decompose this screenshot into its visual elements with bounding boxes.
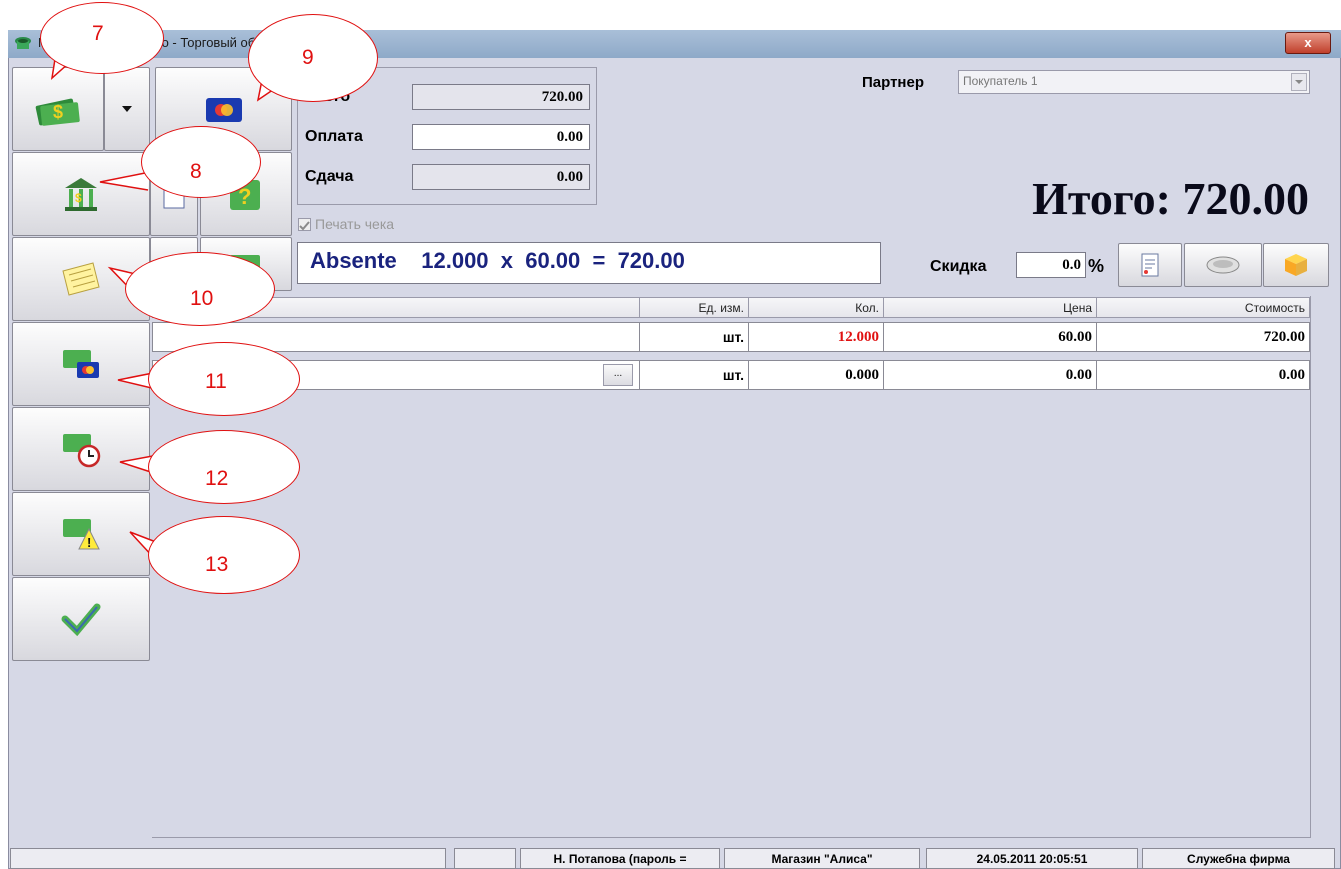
money-icon: $ (35, 98, 80, 126)
row2-qty-cell[interactable]: 0.000 (748, 360, 884, 390)
total-field: 720.00 (412, 84, 590, 110)
partner-select[interactable]: Покупатель 1 (958, 70, 1310, 94)
chevron-down-icon (1295, 80, 1303, 84)
callout-12-number: 12 (205, 467, 229, 490)
money-clock-icon (63, 434, 101, 468)
status-operator: Н. Потапова (пароль = (520, 848, 720, 869)
app-basket-icon (15, 37, 31, 49)
row1-cost-cell[interactable]: 720.00 (1096, 322, 1310, 352)
big-total-display: Итого: 720.00 (1032, 173, 1309, 224)
row2-cost-cell[interactable]: 0.00 (1096, 360, 1310, 390)
cash-dropdown-button[interactable] (104, 67, 150, 151)
note-icon (62, 262, 100, 296)
header-qty[interactable]: Кол. (748, 297, 884, 318)
close-button[interactable]: x (1285, 32, 1331, 54)
debt-payment-button[interactable]: ! (12, 492, 150, 576)
callout-13-number: 13 (205, 553, 229, 576)
grid-bottom-border (152, 837, 1310, 838)
checkmark-icon (61, 603, 101, 637)
money-card-icon (63, 350, 99, 378)
status-store: Магазин "Алиса" (724, 848, 920, 869)
bank-icon: $ (65, 178, 97, 211)
callout-9-number: 9 (302, 46, 314, 69)
card-icon (205, 98, 242, 122)
status-datetime: 24.05.2011 20:05:51 (926, 848, 1138, 869)
partner-dropdown-button[interactable] (1291, 73, 1307, 91)
confirm-button[interactable] (12, 577, 150, 661)
chevron-down-icon (122, 106, 132, 112)
paid-input[interactable]: 0.00 (412, 124, 590, 150)
item-lookup-button[interactable]: ... (603, 364, 633, 386)
status-cell-empty-1 (10, 848, 446, 869)
box-button[interactable] (1263, 243, 1329, 287)
status-company: Служебна фирма (1142, 848, 1335, 869)
svg-text:$: $ (75, 191, 82, 205)
header-price[interactable]: Цена (883, 297, 1097, 318)
change-label: Сдача (305, 168, 354, 185)
document-list-button[interactable] (1118, 243, 1182, 287)
bank-payment-button[interactable]: $ (12, 152, 150, 236)
mixed-payment-button[interactable] (12, 322, 150, 406)
row1-price-cell[interactable]: 60.00 (883, 322, 1097, 352)
callout-11-number: 11 (205, 370, 227, 393)
row2-price-cell[interactable]: 0.00 (883, 360, 1097, 390)
row1-unit-cell[interactable]: шт. (639, 322, 749, 352)
callout-7-number: 7 (92, 22, 104, 45)
svg-text:!: ! (87, 535, 91, 550)
scanner-button[interactable] (1184, 243, 1262, 287)
svg-text:$: $ (53, 102, 63, 122)
callout-10-number: 10 (190, 287, 214, 310)
grid-right-border (1310, 296, 1311, 838)
header-cost[interactable]: Стоимость (1096, 297, 1310, 318)
cash-payment-button[interactable]: $ (12, 67, 104, 151)
document-icon (1141, 253, 1159, 277)
change-field: 0.00 (412, 164, 590, 190)
current-line-display: Absente 12.000 x 60.00 = 720.00 (297, 242, 881, 284)
partner-label: Партнер (862, 74, 924, 91)
row1-qty-cell[interactable]: 12.000 (748, 322, 884, 352)
callout-8-number: 8 (190, 160, 202, 183)
checkbox-check-icon (299, 221, 310, 231)
partner-value: Покупатель 1 (963, 74, 1038, 88)
row2-unit-cell[interactable]: шт. (639, 360, 749, 390)
money-warning-icon: ! (63, 519, 100, 550)
print-receipt-label: Печать чека (315, 216, 395, 232)
discount-unit: % (1088, 256, 1105, 276)
discount-input[interactable]: 0.0 (1016, 252, 1086, 278)
scanner-icon (1206, 256, 1240, 274)
print-receipt-checkbox[interactable] (298, 218, 311, 231)
header-unit[interactable]: Ед. изм. (639, 297, 749, 318)
deferred-payment-button[interactable] (12, 407, 150, 491)
discount-label: Скидка (930, 258, 987, 275)
title-bar: Microinvest Склад Pro - Торговый объект … (8, 30, 1341, 58)
box-icon (1285, 254, 1307, 276)
status-cell-empty-2 (454, 848, 516, 869)
paid-label: Оплата (305, 128, 363, 145)
